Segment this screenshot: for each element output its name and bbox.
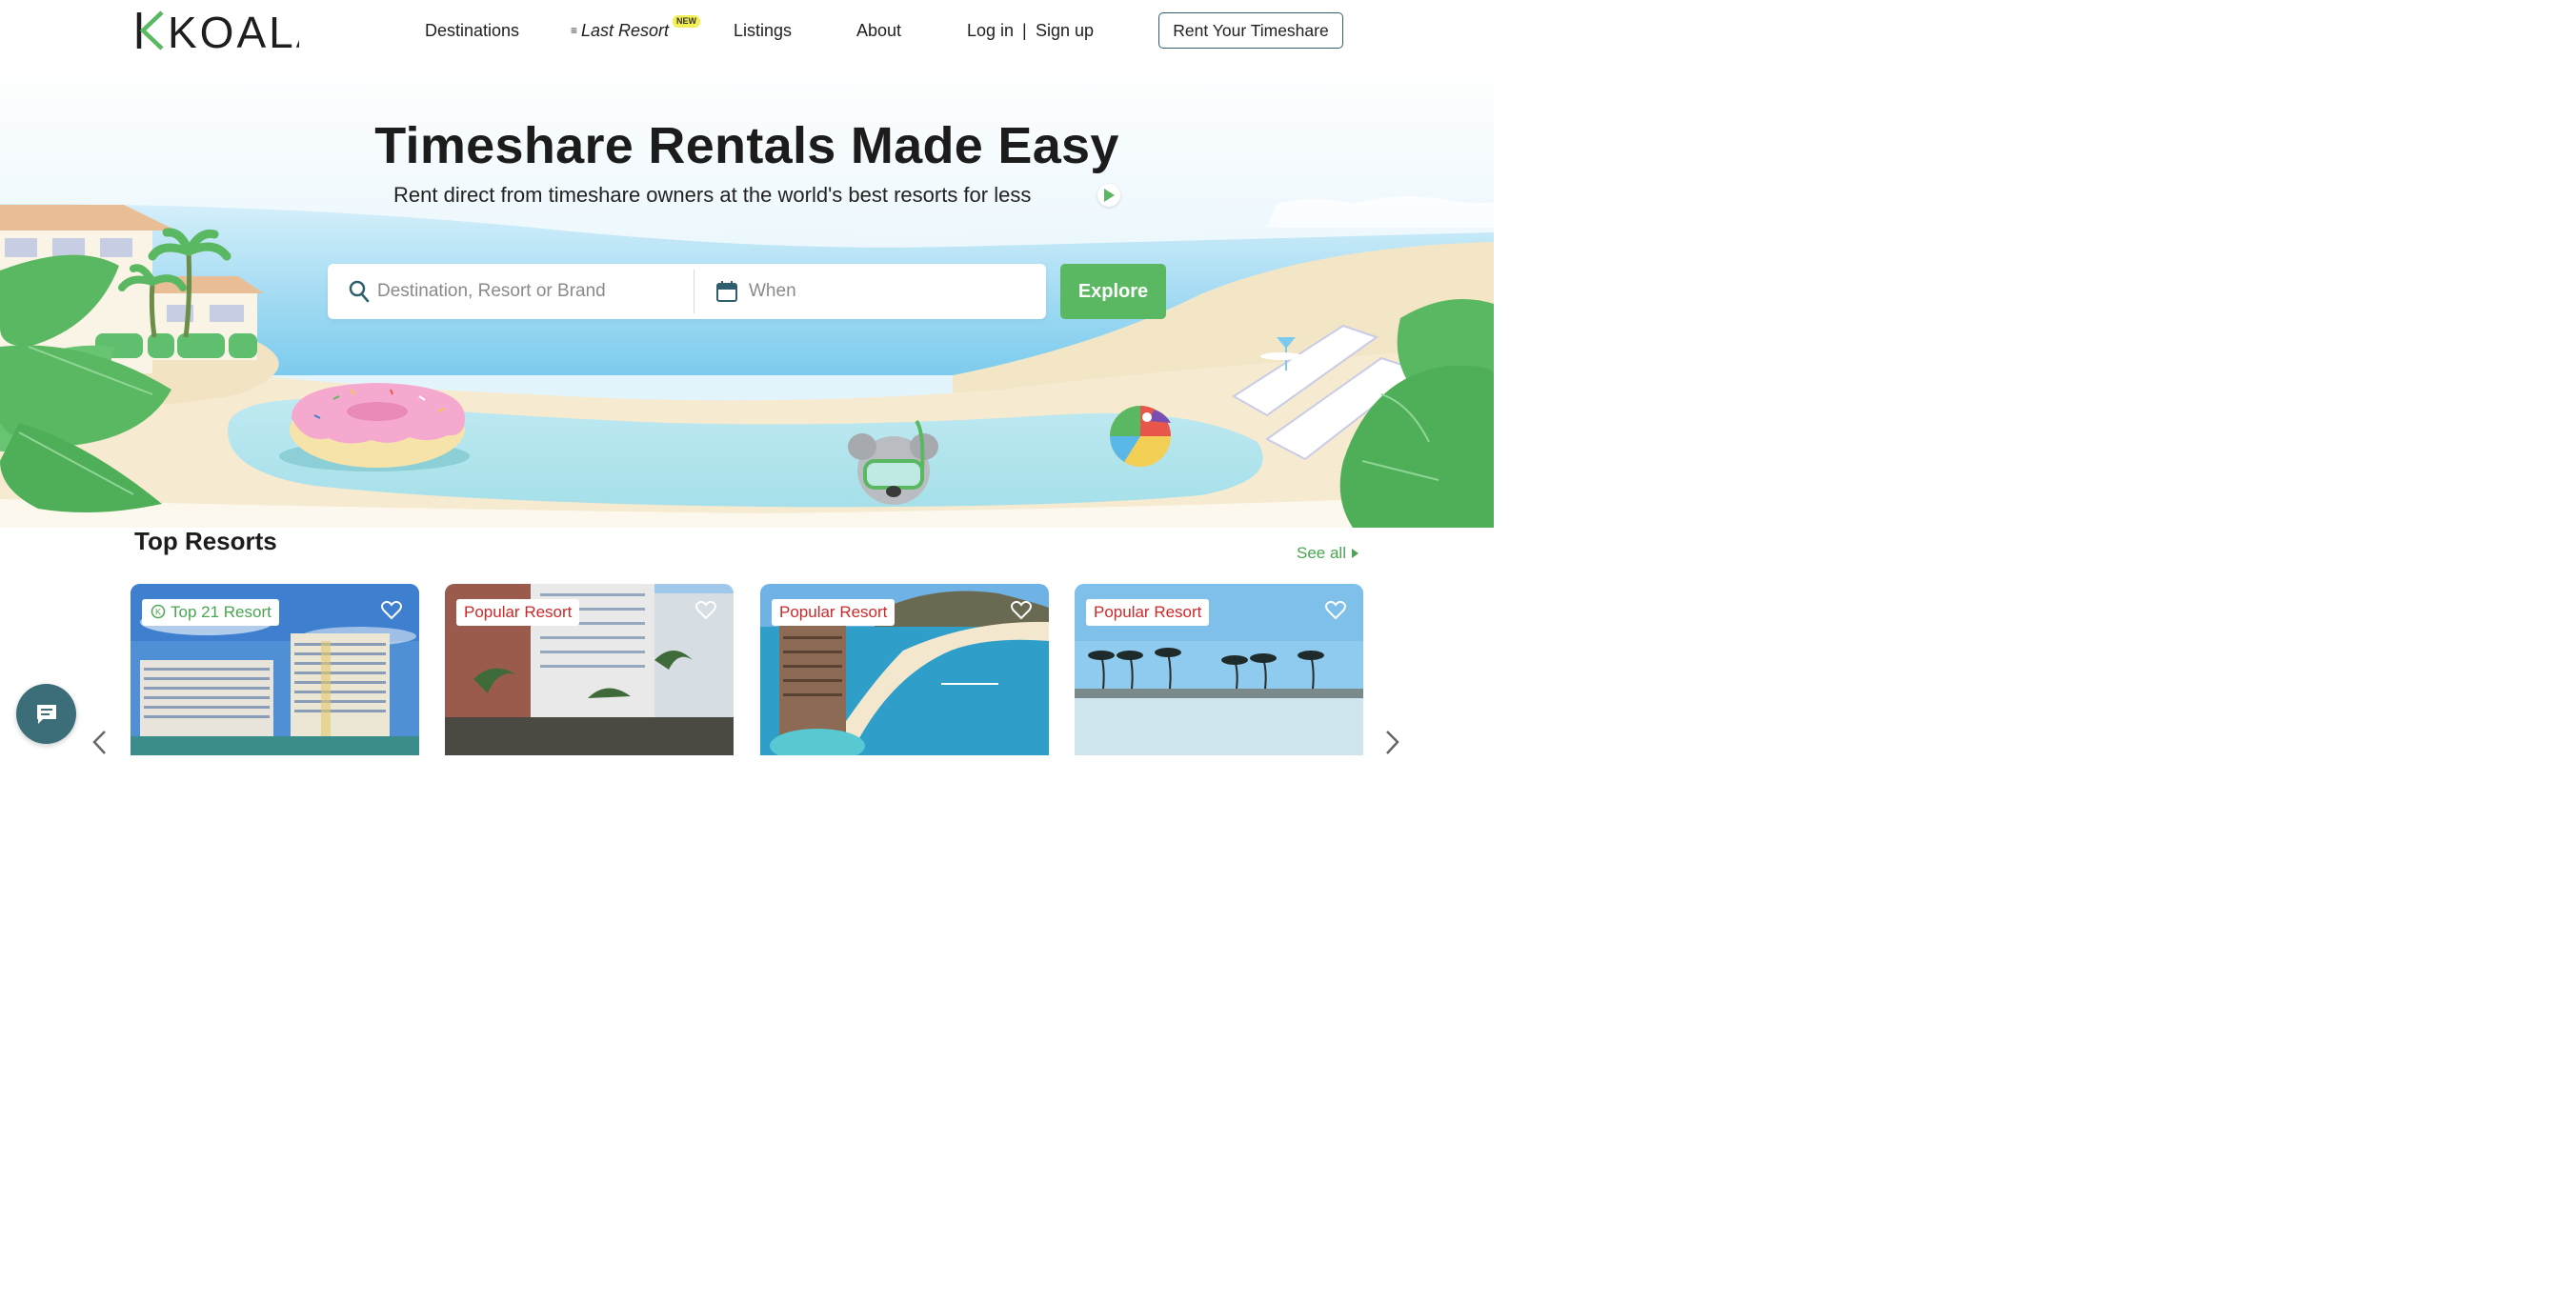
top-resorts-title: Top Resorts bbox=[134, 527, 277, 555]
search-bar bbox=[328, 264, 1046, 319]
hero-subtitle: Rent direct from timeshare owners at the… bbox=[393, 183, 1032, 207]
see-all-label: See all bbox=[1297, 544, 1346, 562]
nav-listings[interactable]: Listings bbox=[734, 19, 792, 42]
calendar-icon bbox=[716, 281, 737, 302]
page: KOALA Destinations ≡ Last Resort NEW Lis… bbox=[0, 0, 1494, 755]
new-badge: NEW bbox=[673, 15, 700, 28]
popular-resort-badge: Popular Resort bbox=[1086, 599, 1210, 626]
resort-card[interactable]: Popular Resort bbox=[1075, 584, 1363, 755]
heart-icon[interactable] bbox=[1325, 601, 1346, 620]
award-icon: K bbox=[151, 604, 166, 619]
koala-logo[interactable]: KOALA bbox=[135, 10, 299, 51]
heart-icon[interactable] bbox=[695, 601, 716, 620]
popular-resort-badge: Popular Resort bbox=[456, 599, 580, 626]
search-icon bbox=[349, 280, 370, 303]
badge-label: Popular Resort bbox=[464, 603, 573, 621]
nav-separator: | bbox=[1022, 21, 1027, 40]
when-date-input[interactable] bbox=[749, 273, 1016, 310]
nav-signup[interactable]: Sign up bbox=[1036, 19, 1094, 42]
chat-icon bbox=[36, 704, 56, 724]
rent-your-timeshare-button[interactable]: Rent Your Timeshare bbox=[1158, 12, 1343, 49]
chat-button[interactable] bbox=[16, 684, 76, 744]
popular-resort-badge: Popular Resort bbox=[772, 599, 896, 626]
koala-logo-mark: KOALA bbox=[136, 10, 299, 51]
logo-wordmark: KOALA bbox=[168, 10, 299, 51]
badge-label: Popular Resort bbox=[1094, 603, 1202, 621]
top-navigation: KOALA Destinations ≡ Last Resort NEW Lis… bbox=[0, 0, 1494, 61]
lines-icon: ≡ bbox=[571, 24, 578, 37]
destination-search-input[interactable] bbox=[377, 273, 682, 310]
hero-title: Timeshare Rentals Made Easy bbox=[374, 117, 1119, 174]
nav-last-resort-label: Last Resort bbox=[581, 21, 670, 40]
svg-text:K: K bbox=[155, 608, 161, 617]
caret-right-icon bbox=[1351, 549, 1358, 558]
explore-button[interactable]: Explore bbox=[1060, 264, 1166, 319]
nav-last-resort[interactable]: ≡ Last Resort bbox=[571, 19, 669, 42]
badge-label: Popular Resort bbox=[779, 603, 888, 621]
play-icon bbox=[1104, 189, 1115, 202]
resort-card[interactable]: Popular Resort bbox=[445, 584, 734, 755]
nav-destinations[interactable]: Destinations bbox=[425, 19, 519, 42]
carousel-next-icon[interactable] bbox=[1385, 730, 1400, 755]
see-all-link[interactable]: See all bbox=[1297, 543, 1358, 564]
resort-card[interactable]: K Top 21 Resort bbox=[131, 584, 419, 755]
badge-label: Top 21 Resort bbox=[171, 603, 272, 621]
nav-about[interactable]: About bbox=[856, 19, 901, 42]
carousel-prev-icon[interactable] bbox=[91, 730, 107, 755]
nav-login[interactable]: Log in bbox=[967, 19, 1014, 42]
hero-section: Timeshare Rentals Made Easy Rent direct … bbox=[0, 61, 1494, 528]
heart-icon[interactable] bbox=[1011, 601, 1032, 620]
heart-icon[interactable] bbox=[381, 601, 402, 620]
play-video-button[interactable] bbox=[1097, 184, 1120, 207]
resort-card[interactable]: Popular Resort bbox=[760, 584, 1049, 755]
top-resort-badge: K Top 21 Resort bbox=[142, 599, 279, 626]
